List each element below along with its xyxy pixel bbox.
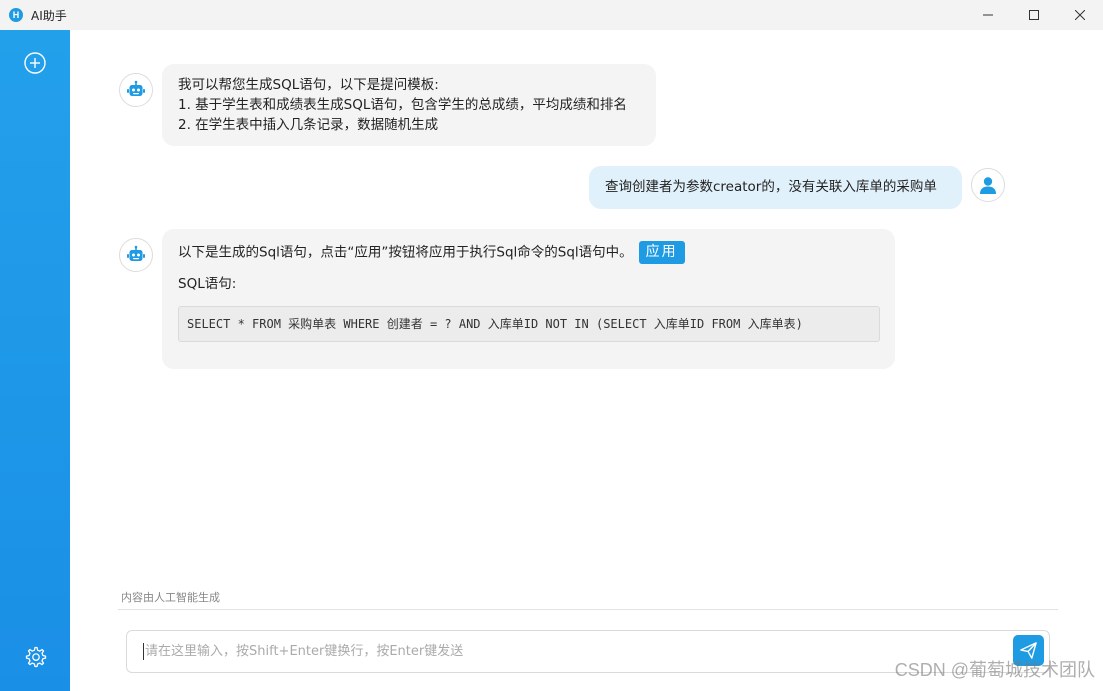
assistant-sql-message-bubble: 以下是生成的Sql语句，点击“应用”按钮将应用于执行Sql命令的Sql语句中。应… xyxy=(162,229,895,369)
user-avatar xyxy=(971,168,1005,202)
user-message-bubble: 查询创建者为参数creator的，没有关联入库单的采购单 xyxy=(589,166,962,209)
window-title: AI助手 xyxy=(31,8,67,23)
apply-button[interactable]: 应用 xyxy=(638,241,685,264)
watermark: CSDN @葡萄城技术团队 xyxy=(894,660,1095,680)
message-line: 我可以帮您生成SQL语句，以下是提问模板: xyxy=(178,77,439,93)
minimize-icon xyxy=(983,14,993,16)
window-controls xyxy=(965,0,1103,30)
sql-code-block: SELECT * FROM 采购单表 WHERE 创建者 = ? AND 入库单… xyxy=(178,306,880,342)
close-icon xyxy=(1075,10,1085,20)
assistant-message-bubble: 我可以帮您生成SQL语句，以下是提问模板: 1. 基于学生表和成绩表生成SQL语… xyxy=(162,64,656,146)
divider xyxy=(118,609,1058,610)
plus-circle-icon xyxy=(24,52,46,74)
settings-button[interactable] xyxy=(23,645,47,669)
text-caret xyxy=(143,643,144,660)
assistant-avatar xyxy=(119,238,153,272)
maximize-icon xyxy=(1029,10,1039,20)
minimize-button[interactable] xyxy=(965,0,1011,30)
title-bar: H AI助手 xyxy=(0,0,1103,30)
sidebar xyxy=(0,30,70,691)
app-logo-icon: H xyxy=(9,8,23,22)
ai-disclaimer: 内容由人工智能生成 xyxy=(121,591,220,604)
sql-label: SQL语句: xyxy=(178,276,237,292)
robot-icon xyxy=(127,245,145,261)
sql-intro-row: 以下是生成的Sql语句，点击“应用”按钮将应用于执行Sql命令的Sql语句中。应… xyxy=(178,241,879,264)
user-icon xyxy=(980,177,996,194)
input-placeholder: 请在这里输入，按Shift+Enter键换行，按Enter键发送 xyxy=(145,644,464,659)
gear-icon xyxy=(25,646,47,668)
close-button[interactable] xyxy=(1057,0,1103,30)
message-line: 1. 基于学生表和成绩表生成SQL语句，包含学生的总成绩，平均成绩和排名 xyxy=(178,97,627,113)
maximize-button[interactable] xyxy=(1011,0,1057,30)
new-chat-button[interactable] xyxy=(24,52,46,74)
robot-icon xyxy=(127,80,145,96)
sql-intro-text: 以下是生成的Sql语句，点击“应用”按钮将应用于执行Sql命令的Sql语句中。 xyxy=(178,244,633,261)
assistant-avatar xyxy=(119,73,153,107)
message-line: 2. 在学生表中插入几条记录，数据随机生成 xyxy=(178,117,439,133)
user-message-text: 查询创建者为参数creator的，没有关联入库单的采购单 xyxy=(605,179,937,195)
